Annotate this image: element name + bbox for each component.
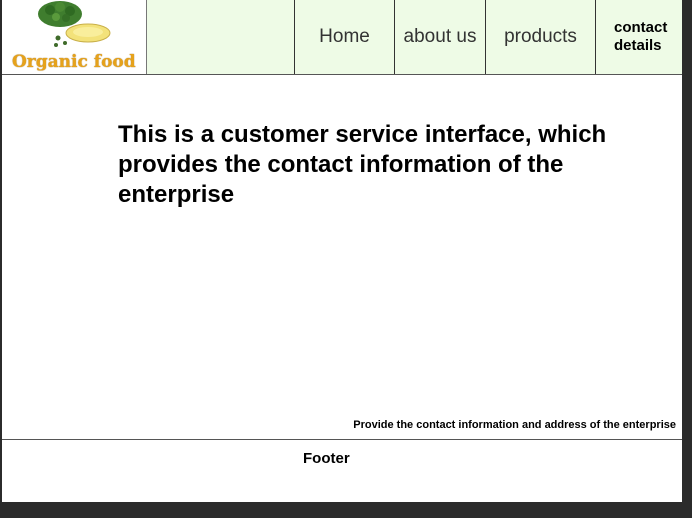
window-frame-edge [682, 0, 692, 518]
logo[interactable]: Organic food [2, 0, 147, 74]
nav-home[interactable]: Home [295, 0, 395, 74]
page-headline: This is a customer service interface, wh… [118, 121, 607, 208]
page: Organic food Home about us products cont… [2, 0, 682, 502]
header: Organic food Home about us products cont… [2, 0, 682, 75]
header-spacer [147, 0, 295, 74]
nav-about-us[interactable]: about us [395, 0, 486, 74]
footer: Footer [2, 439, 682, 503]
contact-caption: Provide the contact information and addr… [353, 419, 676, 431]
footer-label: Footer [303, 450, 350, 467]
nav-products[interactable]: products [486, 0, 596, 74]
logo-text: Organic food [12, 52, 136, 72]
nav-contact-details[interactable]: contact details [596, 0, 682, 74]
